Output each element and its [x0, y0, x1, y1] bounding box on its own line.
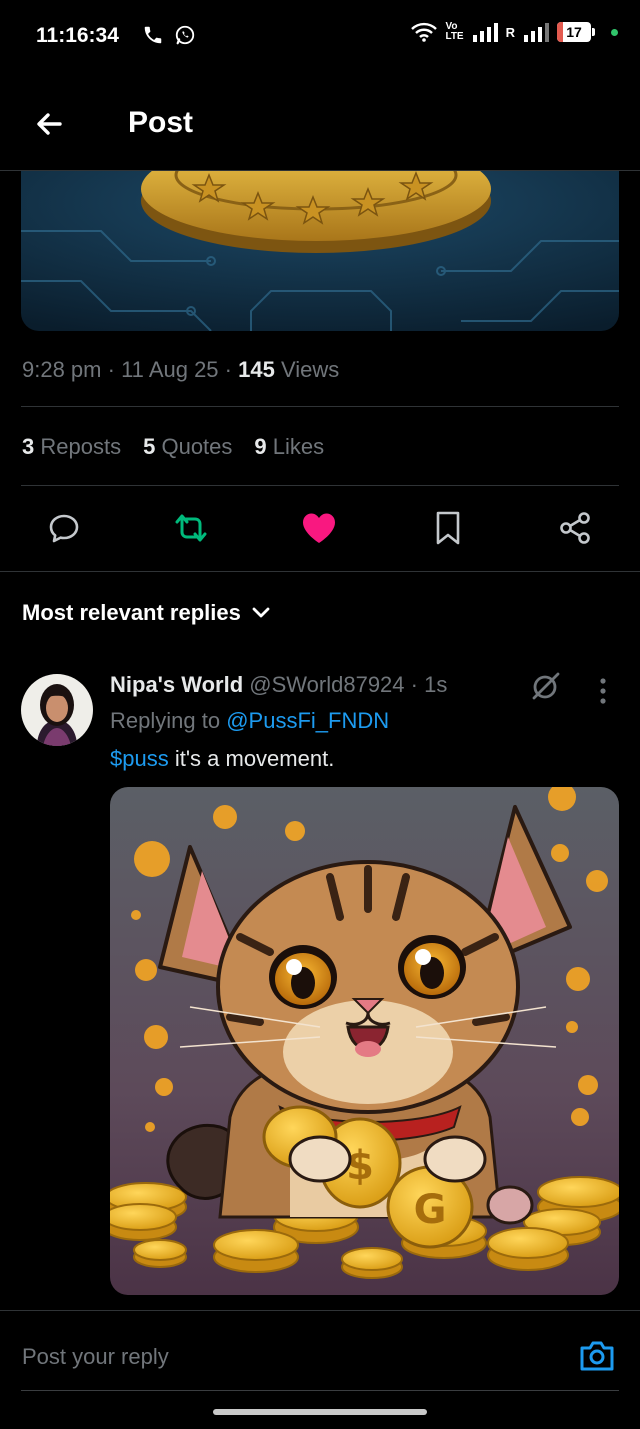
post-image[interactable]	[21, 171, 619, 331]
likes-label: Likes	[272, 434, 325, 459]
share-button[interactable]	[553, 506, 597, 550]
more-options-button[interactable]	[590, 676, 616, 706]
reply-input-underline	[21, 1390, 619, 1391]
reply-text: $puss it's a movement.	[110, 746, 334, 772]
camera-button[interactable]	[578, 1338, 616, 1374]
repost-icon	[175, 514, 207, 542]
svg-text:G: G	[414, 1187, 447, 1233]
battery-icon: 17	[557, 22, 595, 42]
status-time: 11:16:34	[36, 24, 119, 47]
avatar[interactable]	[21, 674, 93, 746]
bookmark-button[interactable]	[426, 506, 470, 550]
wifi-icon	[411, 22, 438, 42]
camera-icon	[580, 1341, 614, 1371]
reply-header: Nipa's World @SWorld87924 · 1s	[110, 672, 448, 697]
divider	[21, 406, 619, 407]
repost-button[interactable]	[169, 506, 213, 550]
chevron-down-icon	[252, 607, 270, 618]
status-right-icons: Vo LTE R 17	[411, 22, 618, 42]
divider	[0, 1310, 640, 1311]
reply-icon	[49, 514, 79, 543]
home-indicator[interactable]	[213, 1409, 427, 1415]
like-button[interactable]	[297, 506, 341, 550]
share-icon	[560, 512, 590, 544]
status-left-icons	[142, 24, 196, 46]
volte-indicator: Vo LTE	[445, 22, 463, 42]
reply-input[interactable]: Post your reply	[22, 1344, 169, 1370]
divider	[0, 571, 640, 572]
reply-body: it's a movement.	[168, 746, 335, 771]
reposts-count: 3	[22, 434, 35, 459]
grok-icon	[532, 672, 560, 700]
post-time: 9:28 pm	[22, 357, 102, 382]
reply-author-handle[interactable]: @SWorld87924	[249, 672, 404, 697]
header: Post	[0, 72, 640, 171]
reposts-label: Reposts	[40, 434, 122, 459]
status-bar: 11:16:34 Vo LTE R 17	[0, 0, 640, 72]
reply-age: 1s	[424, 672, 448, 697]
replies-sort-dropdown[interactable]: Most relevant replies	[22, 600, 271, 626]
cashtag-link[interactable]: $puss	[110, 746, 169, 771]
bookmark-icon	[436, 511, 460, 545]
signal-icon-2	[524, 23, 549, 42]
volte-label-bottom: LTE	[445, 31, 464, 42]
quotes-stat[interactable]: 5 Quotes	[143, 434, 232, 460]
roaming-label: R	[505, 24, 515, 40]
back-button[interactable]	[30, 104, 70, 144]
reposts-stat[interactable]: 3 Reposts	[22, 434, 121, 460]
replying-prefix: Replying to	[110, 708, 221, 733]
privacy-indicator-dot	[611, 28, 618, 36]
whatsapp-icon	[175, 25, 195, 45]
more-vertical-icon	[600, 678, 606, 704]
post-stats: 3 Reposts 5 Quotes 9 Likes	[22, 434, 324, 460]
post-date: 11 Aug 25	[121, 357, 219, 382]
views-label: Views	[280, 357, 340, 382]
divider	[21, 485, 619, 486]
reply-image[interactable]: $ G	[110, 787, 619, 1295]
quotes-label: Quotes	[161, 434, 233, 459]
quotes-count: 5	[143, 434, 156, 459]
replying-to-handle[interactable]: @PussFi_FNDN	[226, 708, 389, 733]
views-count: 145	[238, 357, 275, 382]
likes-count: 9	[254, 434, 267, 459]
svg-text:$: $	[346, 1143, 374, 1189]
grok-button[interactable]	[530, 670, 562, 702]
reply-button[interactable]	[42, 506, 86, 550]
post-actions	[21, 500, 619, 556]
replying-to: Replying to @PussFi_FNDN	[110, 708, 389, 734]
arrow-left-icon	[37, 113, 62, 135]
reply-author-name[interactable]: Nipa's World	[110, 672, 243, 697]
likes-stat[interactable]: 9 Likes	[254, 434, 324, 460]
page-title: Post	[128, 106, 194, 139]
phone-icon	[144, 26, 162, 44]
replies-sort-label: Most relevant replies	[22, 600, 241, 625]
post-timestamp: 9:28 pm · 11 Aug 25 · 145 Views	[22, 357, 340, 382]
battery-level: 17	[566, 24, 582, 40]
signal-icon	[472, 23, 498, 42]
heart-icon	[303, 513, 335, 543]
